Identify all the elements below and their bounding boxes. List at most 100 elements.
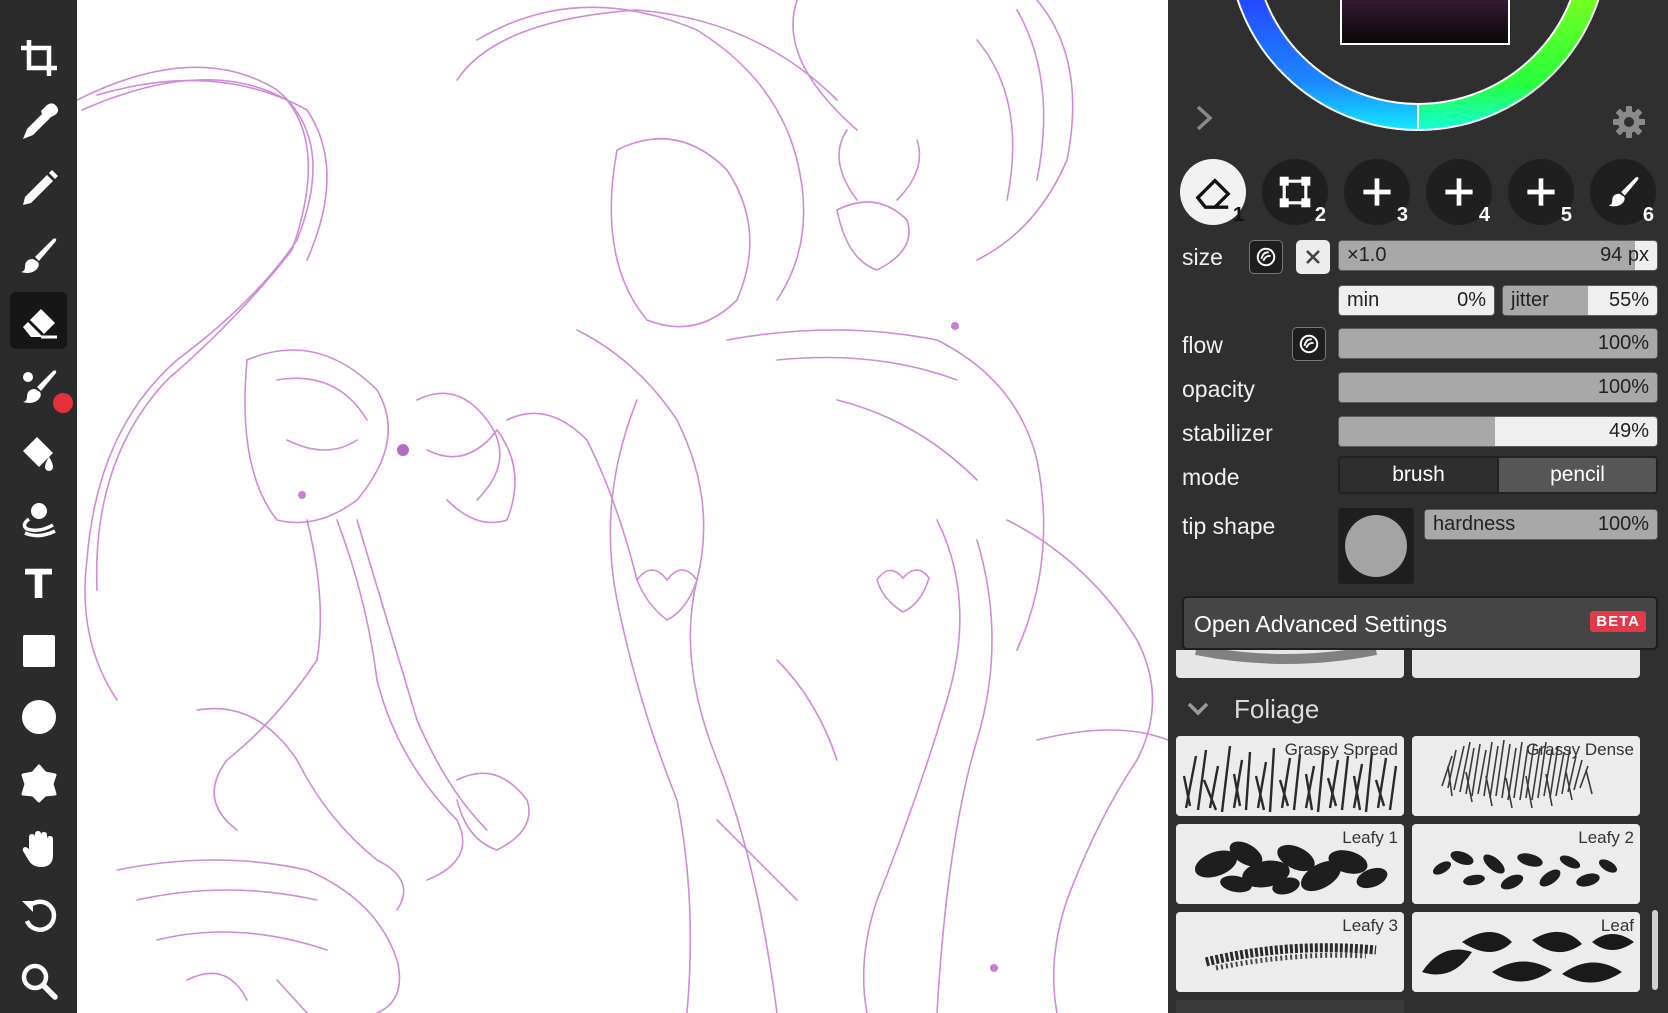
advanced-settings-label: Open Advanced Settings — [1194, 611, 1448, 637]
slot-number: 5 — [1560, 204, 1572, 226]
brush-name: Leafy 1 — [1342, 828, 1398, 847]
rectangle-icon[interactable] — [10, 622, 67, 679]
brush-category-title: Foliage — [1234, 694, 1320, 724]
chevron-down-icon — [1187, 702, 1209, 716]
flow-label: flow — [1182, 332, 1223, 358]
text-tool-glyph: T — [24, 561, 53, 608]
brush-category-partial — [1176, 1000, 1404, 1013]
blend-brush-icon[interactable] — [10, 358, 73, 415]
plus-icon — [1363, 178, 1391, 206]
flow-pressure-toggle[interactable] — [1292, 327, 1326, 361]
chevron-right-icon — [1196, 105, 1213, 131]
drawing-canvas[interactable] — [77, 0, 1168, 1013]
collapse-panel-button[interactable] — [1192, 104, 1216, 132]
shape-icon[interactable] — [10, 754, 67, 811]
plus-icon — [1445, 178, 1473, 206]
fill-bucket-icon[interactable] — [10, 424, 67, 481]
slot-number: 2 — [1314, 204, 1326, 226]
stabilizer-slider-fill — [1339, 417, 1495, 446]
stabilizer-label: stabilizer — [1182, 420, 1273, 446]
min-slider[interactable]: min 0% — [1338, 285, 1495, 316]
brush-slot-3[interactable]: 3 — [1344, 159, 1410, 226]
brush-grassy-dense[interactable]: Grassy Dense — [1412, 736, 1640, 816]
transform-icon[interactable] — [10, 0, 67, 8]
size-slider[interactable]: ×1.0 94 px — [1338, 240, 1658, 271]
sketch-artwork — [77, 0, 1168, 1013]
brush-thumbnail-partial[interactable] — [1176, 650, 1404, 678]
brush-leafy-3[interactable]: Leafy 3 — [1176, 912, 1404, 992]
stabilizer-slider[interactable]: 49% — [1338, 416, 1658, 447]
color-wheel[interactable] — [1228, 0, 1608, 140]
text-icon[interactable]: T — [10, 556, 67, 613]
brush-leaf[interactable]: Leaf — [1412, 912, 1640, 992]
round-tip-shape — [1345, 515, 1407, 577]
brush-name: Leaf — [1600, 916, 1634, 935]
smudge-icon[interactable] — [10, 490, 67, 547]
selection-icon — [1279, 176, 1311, 208]
slot-number: 1 — [1232, 204, 1244, 226]
eraser-icon[interactable] — [10, 292, 67, 349]
mode-brush-button[interactable]: brush — [1340, 458, 1499, 492]
brush-grassy-spread[interactable]: Grassy Spread — [1176, 736, 1404, 816]
ellipse-icon[interactable] — [10, 688, 67, 745]
brush-slot-1[interactable]: 1 — [1180, 159, 1246, 226]
zoom-icon[interactable] — [10, 952, 67, 1009]
pressure-icon — [1256, 247, 1276, 267]
open-advanced-settings-button[interactable]: Open Advanced Settings BETA — [1182, 596, 1658, 650]
mode-toggle: brush pencil — [1338, 456, 1658, 494]
brush-name: Grassy Spread — [1284, 740, 1398, 759]
mode-brush-label: brush — [1392, 463, 1445, 486]
gear-icon — [1613, 106, 1645, 138]
brush-list-scrollbar[interactable] — [1652, 910, 1658, 990]
min-value: 0% — [1457, 289, 1486, 311]
size-pressure-toggle[interactable] — [1249, 240, 1283, 274]
brush-slot-2[interactable]: 2 — [1262, 159, 1328, 226]
brush-settings-panel: 1 2 3 4 5 6 size ×1.0 94 px min 0% jitte… — [1168, 0, 1668, 1013]
slot-number: 4 — [1478, 204, 1490, 226]
size-multiplier: ×1.0 — [1347, 244, 1387, 266]
opacity-slider[interactable]: 100% — [1338, 372, 1658, 403]
close-icon — [1306, 250, 1320, 264]
saturation-value-square[interactable] — [1340, 0, 1510, 45]
tip-shape-label: tip shape — [1182, 513, 1276, 539]
beta-badge: BETA — [1590, 611, 1646, 632]
mode-pencil-label: pencil — [1550, 463, 1605, 486]
brush-slot-5[interactable]: 5 — [1508, 159, 1574, 226]
brush-slot-4[interactable]: 4 — [1426, 159, 1492, 226]
flow-value: 100% — [1597, 332, 1649, 354]
settings-button[interactable] — [1611, 104, 1647, 140]
jitter-value: 55% — [1608, 289, 1649, 311]
hardness-label: hardness — [1433, 513, 1516, 535]
brush-leafy-1[interactable]: Leafy 1 — [1176, 824, 1404, 904]
brush-icon[interactable] — [10, 226, 67, 283]
brush-thumbnail-partial[interactable] — [1412, 650, 1640, 678]
size-clear-button[interactable] — [1296, 240, 1330, 274]
record-indicator-dot — [53, 393, 73, 413]
brush-name: Leafy 2 — [1578, 828, 1634, 847]
mode-pencil-button[interactable]: pencil — [1499, 458, 1656, 492]
opacity-label: opacity — [1182, 376, 1255, 402]
hand-icon[interactable] — [10, 820, 67, 877]
slot-number: 3 — [1396, 204, 1408, 226]
crop-icon[interactable] — [10, 29, 67, 86]
min-label: min — [1347, 289, 1380, 311]
brush-leafy-2[interactable]: Leafy 2 — [1412, 824, 1640, 904]
tip-shape-preview[interactable] — [1338, 508, 1414, 584]
tool-sidebar: T — [0, 0, 77, 1013]
brush-category-header[interactable]: Foliage — [1182, 692, 1642, 728]
mode-label: mode — [1182, 464, 1240, 490]
brush-slot-6[interactable]: 6 — [1590, 159, 1656, 226]
size-value: 94 px — [1600, 244, 1649, 266]
hardness-slider[interactable]: hardness 100% — [1424, 509, 1658, 540]
eyedropper-icon[interactable] — [10, 94, 67, 151]
jitter-slider[interactable]: jitter 55% — [1502, 285, 1658, 316]
slot-number: 6 — [1642, 204, 1654, 226]
brush-name: Leafy 3 — [1342, 916, 1398, 935]
brush-stroke-preview — [1195, 650, 1377, 664]
undo-icon[interactable] — [10, 886, 67, 943]
pencil-icon[interactable] — [10, 160, 67, 217]
flow-slider[interactable]: 100% — [1338, 328, 1658, 359]
stabilizer-value: 49% — [1608, 420, 1649, 442]
opacity-value: 100% — [1597, 376, 1649, 398]
hardness-value: 100% — [1597, 513, 1649, 535]
